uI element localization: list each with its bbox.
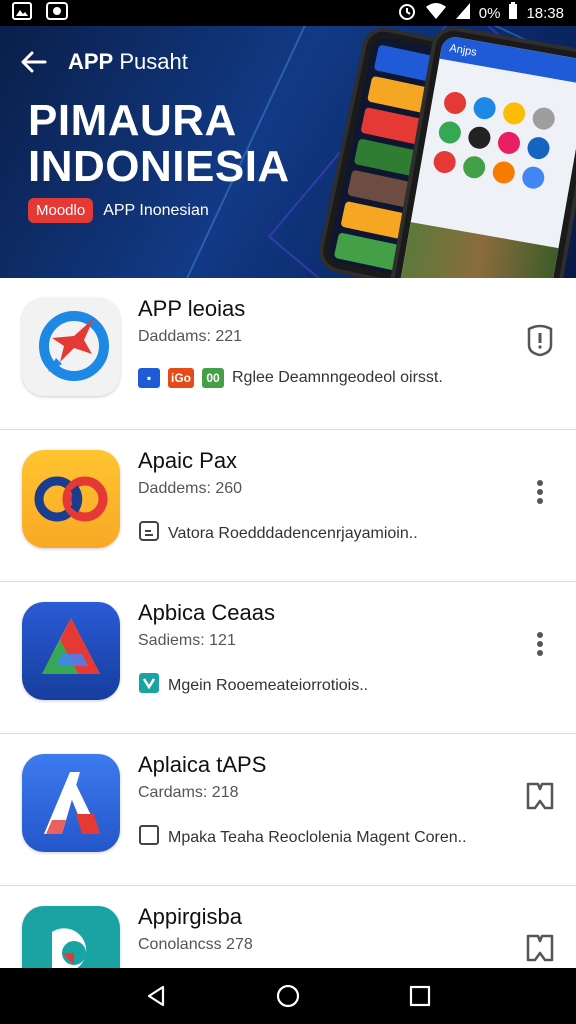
app-description: Vatora Roedddadencenrjayamioin.. [168,524,418,542]
tag-icon [138,672,160,699]
hero-subtitle-row: Moodlo APP Inonesian [28,198,209,223]
app-name: APP leoias [138,296,246,321]
app-description: Mgein Rooemeateiorrotiois.. [168,676,369,694]
triangle-icon [22,602,120,700]
star-bubble-icon [22,298,120,396]
face-icon [46,2,68,24]
app-name: Apaic Pax [138,448,238,473]
status-bar: 0% 18:38 [0,0,576,26]
bookmark-button[interactable] [522,926,558,968]
wifi-icon [425,2,447,24]
nav-home-button[interactable] [264,972,312,1020]
app-desc-row: Mpaka Teaha Reoclolenia Magent Coren.. [138,824,467,851]
app-desc-row: ▪ iGo 00 Rglee Deamnngeodeol oirsst. [138,368,443,388]
shield-button[interactable] [522,318,558,362]
nav-recents-button[interactable] [396,972,444,1020]
hero-title-line2: INDONIESIA [28,142,290,191]
tag-chip: 00 [202,368,224,388]
back-button[interactable] [0,26,68,98]
app-meta: Sadiems: 121 [138,632,236,649]
signal-icon [455,2,471,24]
app-meta: Conolancss 278 [138,936,253,953]
image-icon [12,2,32,24]
app-desc-row: Vatora Roedddadencenrjayamioin.. [138,520,418,547]
app-name: Appirgisba [138,904,242,929]
app-description: Mpaka Teaha Reoclolenia Magent Coren.. [168,828,467,846]
battery-icon [508,2,518,24]
app-list-item[interactable]: Aplaica tAPS Cardams: 218 Mpaka Teaha Re… [0,734,576,886]
app-meta: Daddems: 260 [138,480,243,497]
hero-badge: Moodlo [28,198,94,223]
tag-icon [138,520,160,547]
alarm-icon [397,1,417,25]
infinity-icon [22,450,120,548]
page-title-bold: APP [68,49,114,74]
hero-subtitle: APP Inonesian [103,201,209,219]
hero-banner: APP Pusaht PIMAURA INDONIESIA Moodlo APP… [0,26,576,278]
app-list-item[interactable]: Apbica Ceaas Sadiems: 121 Mgein Rooemeat… [0,582,576,734]
checkbox-icon[interactable] [138,824,160,851]
app-description: Rglee Deamnngeodeol oirsst. [232,369,443,386]
shield-icon [527,324,553,357]
tag-chip: ▪ [138,368,160,388]
app-name: Aplaica tAPS [138,752,267,777]
app-meta: Cardams: 218 [138,784,239,801]
pie-chart-icon [22,906,120,968]
bookmark-button[interactable] [522,774,558,818]
more-vertical-icon [537,480,543,504]
nav-back-button[interactable] [132,972,180,1020]
hero-title: PIMAURA INDONIESIA [28,98,290,190]
overflow-menu-button[interactable] [522,622,558,666]
app-list-item[interactable]: APP leoias Daddams: 221 ▪ iGo 00 Rglee D… [0,278,576,430]
app-meta: Daddams: 221 [138,328,243,345]
app-list-item[interactable]: Appirgisba Conolancss 278 [0,886,576,968]
arrow-left-icon [21,51,47,73]
home-circle-icon [276,984,300,1008]
page-title: APP Pusaht [68,49,188,75]
app-bar: APP Pusaht [0,26,576,98]
battery-percent: 0% [478,4,501,22]
bookmark-outline-icon [526,934,554,962]
status-time: 18:38 [526,4,564,22]
hero-title-line1: PIMAURA [28,96,237,145]
letter-a-icon [22,754,120,852]
overflow-menu-button[interactable] [522,470,558,514]
app-list: APP leoias Daddams: 221 ▪ iGo 00 Rglee D… [0,278,576,968]
app-list-item[interactable]: Apaic Pax Daddems: 260 Vatora Roedddaden… [0,430,576,582]
tag-chip: iGo [168,368,194,388]
more-vertical-icon [537,632,543,656]
system-nav-bar [0,968,576,1024]
app-desc-row: Mgein Rooemeateiorrotiois.. [138,672,368,699]
app-name: Apbica Ceaas [138,600,275,625]
recents-square-icon [409,985,431,1007]
back-triangle-icon [147,985,165,1007]
bookmark-outline-icon [526,782,554,810]
page-title-rest: Pusaht [119,49,188,74]
